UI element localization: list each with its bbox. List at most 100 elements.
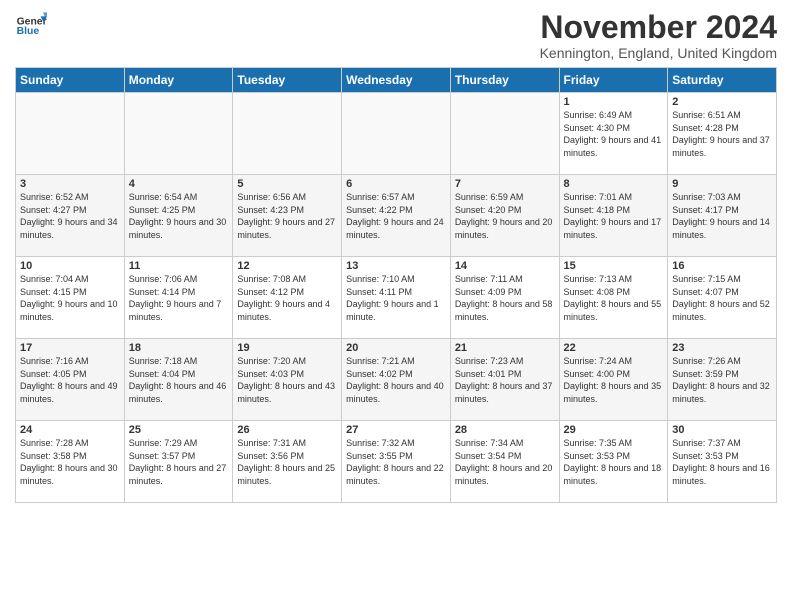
day-number: 7: [455, 178, 555, 190]
day-number: 9: [672, 178, 772, 190]
day-number: 3: [20, 178, 120, 190]
day-number: 21: [455, 342, 555, 354]
table-row: 27Sunrise: 7:32 AM Sunset: 3:55 PM Dayli…: [342, 421, 451, 503]
col-tuesday: Tuesday: [233, 68, 342, 93]
calendar-table: Sunday Monday Tuesday Wednesday Thursday…: [15, 67, 777, 503]
table-row: 14Sunrise: 7:11 AM Sunset: 4:09 PM Dayli…: [450, 257, 559, 339]
calendar-week-3: 10Sunrise: 7:04 AM Sunset: 4:15 PM Dayli…: [16, 257, 777, 339]
day-info: Sunrise: 7:29 AM Sunset: 3:57 PM Dayligh…: [129, 437, 229, 487]
table-row: 3Sunrise: 6:52 AM Sunset: 4:27 PM Daylig…: [16, 175, 125, 257]
day-number: 23: [672, 342, 772, 354]
table-row: [124, 93, 233, 175]
day-info: Sunrise: 7:11 AM Sunset: 4:09 PM Dayligh…: [455, 273, 555, 323]
table-row: 8Sunrise: 7:01 AM Sunset: 4:18 PM Daylig…: [559, 175, 668, 257]
col-monday: Monday: [124, 68, 233, 93]
day-number: 5: [237, 178, 337, 190]
table-row: 11Sunrise: 7:06 AM Sunset: 4:14 PM Dayli…: [124, 257, 233, 339]
col-wednesday: Wednesday: [342, 68, 451, 93]
day-info: Sunrise: 6:59 AM Sunset: 4:20 PM Dayligh…: [455, 191, 555, 241]
table-row: 28Sunrise: 7:34 AM Sunset: 3:54 PM Dayli…: [450, 421, 559, 503]
table-row: 17Sunrise: 7:16 AM Sunset: 4:05 PM Dayli…: [16, 339, 125, 421]
day-number: 4: [129, 178, 229, 190]
day-info: Sunrise: 7:32 AM Sunset: 3:55 PM Dayligh…: [346, 437, 446, 487]
day-number: 1: [564, 96, 664, 108]
day-number: 19: [237, 342, 337, 354]
calendar-header-row: Sunday Monday Tuesday Wednesday Thursday…: [16, 68, 777, 93]
table-row: 22Sunrise: 7:24 AM Sunset: 4:00 PM Dayli…: [559, 339, 668, 421]
table-row: 6Sunrise: 6:57 AM Sunset: 4:22 PM Daylig…: [342, 175, 451, 257]
day-info: Sunrise: 7:08 AM Sunset: 4:12 PM Dayligh…: [237, 273, 337, 323]
day-number: 13: [346, 260, 446, 272]
day-info: Sunrise: 7:15 AM Sunset: 4:07 PM Dayligh…: [672, 273, 772, 323]
table-row: 13Sunrise: 7:10 AM Sunset: 4:11 PM Dayli…: [342, 257, 451, 339]
day-info: Sunrise: 7:20 AM Sunset: 4:03 PM Dayligh…: [237, 355, 337, 405]
day-info: Sunrise: 7:04 AM Sunset: 4:15 PM Dayligh…: [20, 273, 120, 323]
table-row: 12Sunrise: 7:08 AM Sunset: 4:12 PM Dayli…: [233, 257, 342, 339]
table-row: [342, 93, 451, 175]
table-row: 16Sunrise: 7:15 AM Sunset: 4:07 PM Dayli…: [668, 257, 777, 339]
day-number: 18: [129, 342, 229, 354]
table-row: 5Sunrise: 6:56 AM Sunset: 4:23 PM Daylig…: [233, 175, 342, 257]
table-row: 18Sunrise: 7:18 AM Sunset: 4:04 PM Dayli…: [124, 339, 233, 421]
table-row: 19Sunrise: 7:20 AM Sunset: 4:03 PM Dayli…: [233, 339, 342, 421]
month-title: November 2024: [540, 10, 777, 45]
day-info: Sunrise: 7:10 AM Sunset: 4:11 PM Dayligh…: [346, 273, 446, 323]
day-info: Sunrise: 7:16 AM Sunset: 4:05 PM Dayligh…: [20, 355, 120, 405]
table-row: 29Sunrise: 7:35 AM Sunset: 3:53 PM Dayli…: [559, 421, 668, 503]
day-number: 2: [672, 96, 772, 108]
day-info: Sunrise: 7:34 AM Sunset: 3:54 PM Dayligh…: [455, 437, 555, 487]
day-number: 17: [20, 342, 120, 354]
day-info: Sunrise: 6:51 AM Sunset: 4:28 PM Dayligh…: [672, 109, 772, 159]
day-number: 16: [672, 260, 772, 272]
table-row: [233, 93, 342, 175]
day-number: 14: [455, 260, 555, 272]
table-row: 15Sunrise: 7:13 AM Sunset: 4:08 PM Dayli…: [559, 257, 668, 339]
col-thursday: Thursday: [450, 68, 559, 93]
day-number: 12: [237, 260, 337, 272]
day-number: 24: [20, 424, 120, 436]
col-friday: Friday: [559, 68, 668, 93]
table-row: 20Sunrise: 7:21 AM Sunset: 4:02 PM Dayli…: [342, 339, 451, 421]
day-info: Sunrise: 7:13 AM Sunset: 4:08 PM Dayligh…: [564, 273, 664, 323]
location: Kennington, England, United Kingdom: [540, 45, 777, 61]
page-header: General Blue November 2024 Kennington, E…: [15, 10, 777, 61]
day-info: Sunrise: 6:54 AM Sunset: 4:25 PM Dayligh…: [129, 191, 229, 241]
table-row: 1Sunrise: 6:49 AM Sunset: 4:30 PM Daylig…: [559, 93, 668, 175]
day-info: Sunrise: 6:49 AM Sunset: 4:30 PM Dayligh…: [564, 109, 664, 159]
table-row: 4Sunrise: 6:54 AM Sunset: 4:25 PM Daylig…: [124, 175, 233, 257]
day-number: 22: [564, 342, 664, 354]
calendar-week-1: 1Sunrise: 6:49 AM Sunset: 4:30 PM Daylig…: [16, 93, 777, 175]
day-number: 27: [346, 424, 446, 436]
day-number: 25: [129, 424, 229, 436]
table-row: 2Sunrise: 6:51 AM Sunset: 4:28 PM Daylig…: [668, 93, 777, 175]
day-info: Sunrise: 7:01 AM Sunset: 4:18 PM Dayligh…: [564, 191, 664, 241]
day-number: 30: [672, 424, 772, 436]
day-info: Sunrise: 7:18 AM Sunset: 4:04 PM Dayligh…: [129, 355, 229, 405]
table-row: 26Sunrise: 7:31 AM Sunset: 3:56 PM Dayli…: [233, 421, 342, 503]
table-row: 24Sunrise: 7:28 AM Sunset: 3:58 PM Dayli…: [16, 421, 125, 503]
table-row: 23Sunrise: 7:26 AM Sunset: 3:59 PM Dayli…: [668, 339, 777, 421]
day-info: Sunrise: 7:37 AM Sunset: 3:53 PM Dayligh…: [672, 437, 772, 487]
col-sunday: Sunday: [16, 68, 125, 93]
table-row: 7Sunrise: 6:59 AM Sunset: 4:20 PM Daylig…: [450, 175, 559, 257]
day-info: Sunrise: 6:52 AM Sunset: 4:27 PM Dayligh…: [20, 191, 120, 241]
calendar-week-5: 24Sunrise: 7:28 AM Sunset: 3:58 PM Dayli…: [16, 421, 777, 503]
day-info: Sunrise: 7:06 AM Sunset: 4:14 PM Dayligh…: [129, 273, 229, 323]
day-info: Sunrise: 7:21 AM Sunset: 4:02 PM Dayligh…: [346, 355, 446, 405]
calendar-week-4: 17Sunrise: 7:16 AM Sunset: 4:05 PM Dayli…: [16, 339, 777, 421]
day-info: Sunrise: 7:28 AM Sunset: 3:58 PM Dayligh…: [20, 437, 120, 487]
table-row: 10Sunrise: 7:04 AM Sunset: 4:15 PM Dayli…: [16, 257, 125, 339]
day-info: Sunrise: 7:03 AM Sunset: 4:17 PM Dayligh…: [672, 191, 772, 241]
logo: General Blue: [15, 10, 47, 42]
table-row: [450, 93, 559, 175]
day-number: 15: [564, 260, 664, 272]
day-number: 10: [20, 260, 120, 272]
day-number: 11: [129, 260, 229, 272]
day-number: 8: [564, 178, 664, 190]
day-number: 28: [455, 424, 555, 436]
day-number: 6: [346, 178, 446, 190]
table-row: 9Sunrise: 7:03 AM Sunset: 4:17 PM Daylig…: [668, 175, 777, 257]
svg-text:Blue: Blue: [17, 26, 40, 37]
calendar-week-2: 3Sunrise: 6:52 AM Sunset: 4:27 PM Daylig…: [16, 175, 777, 257]
table-row: [16, 93, 125, 175]
